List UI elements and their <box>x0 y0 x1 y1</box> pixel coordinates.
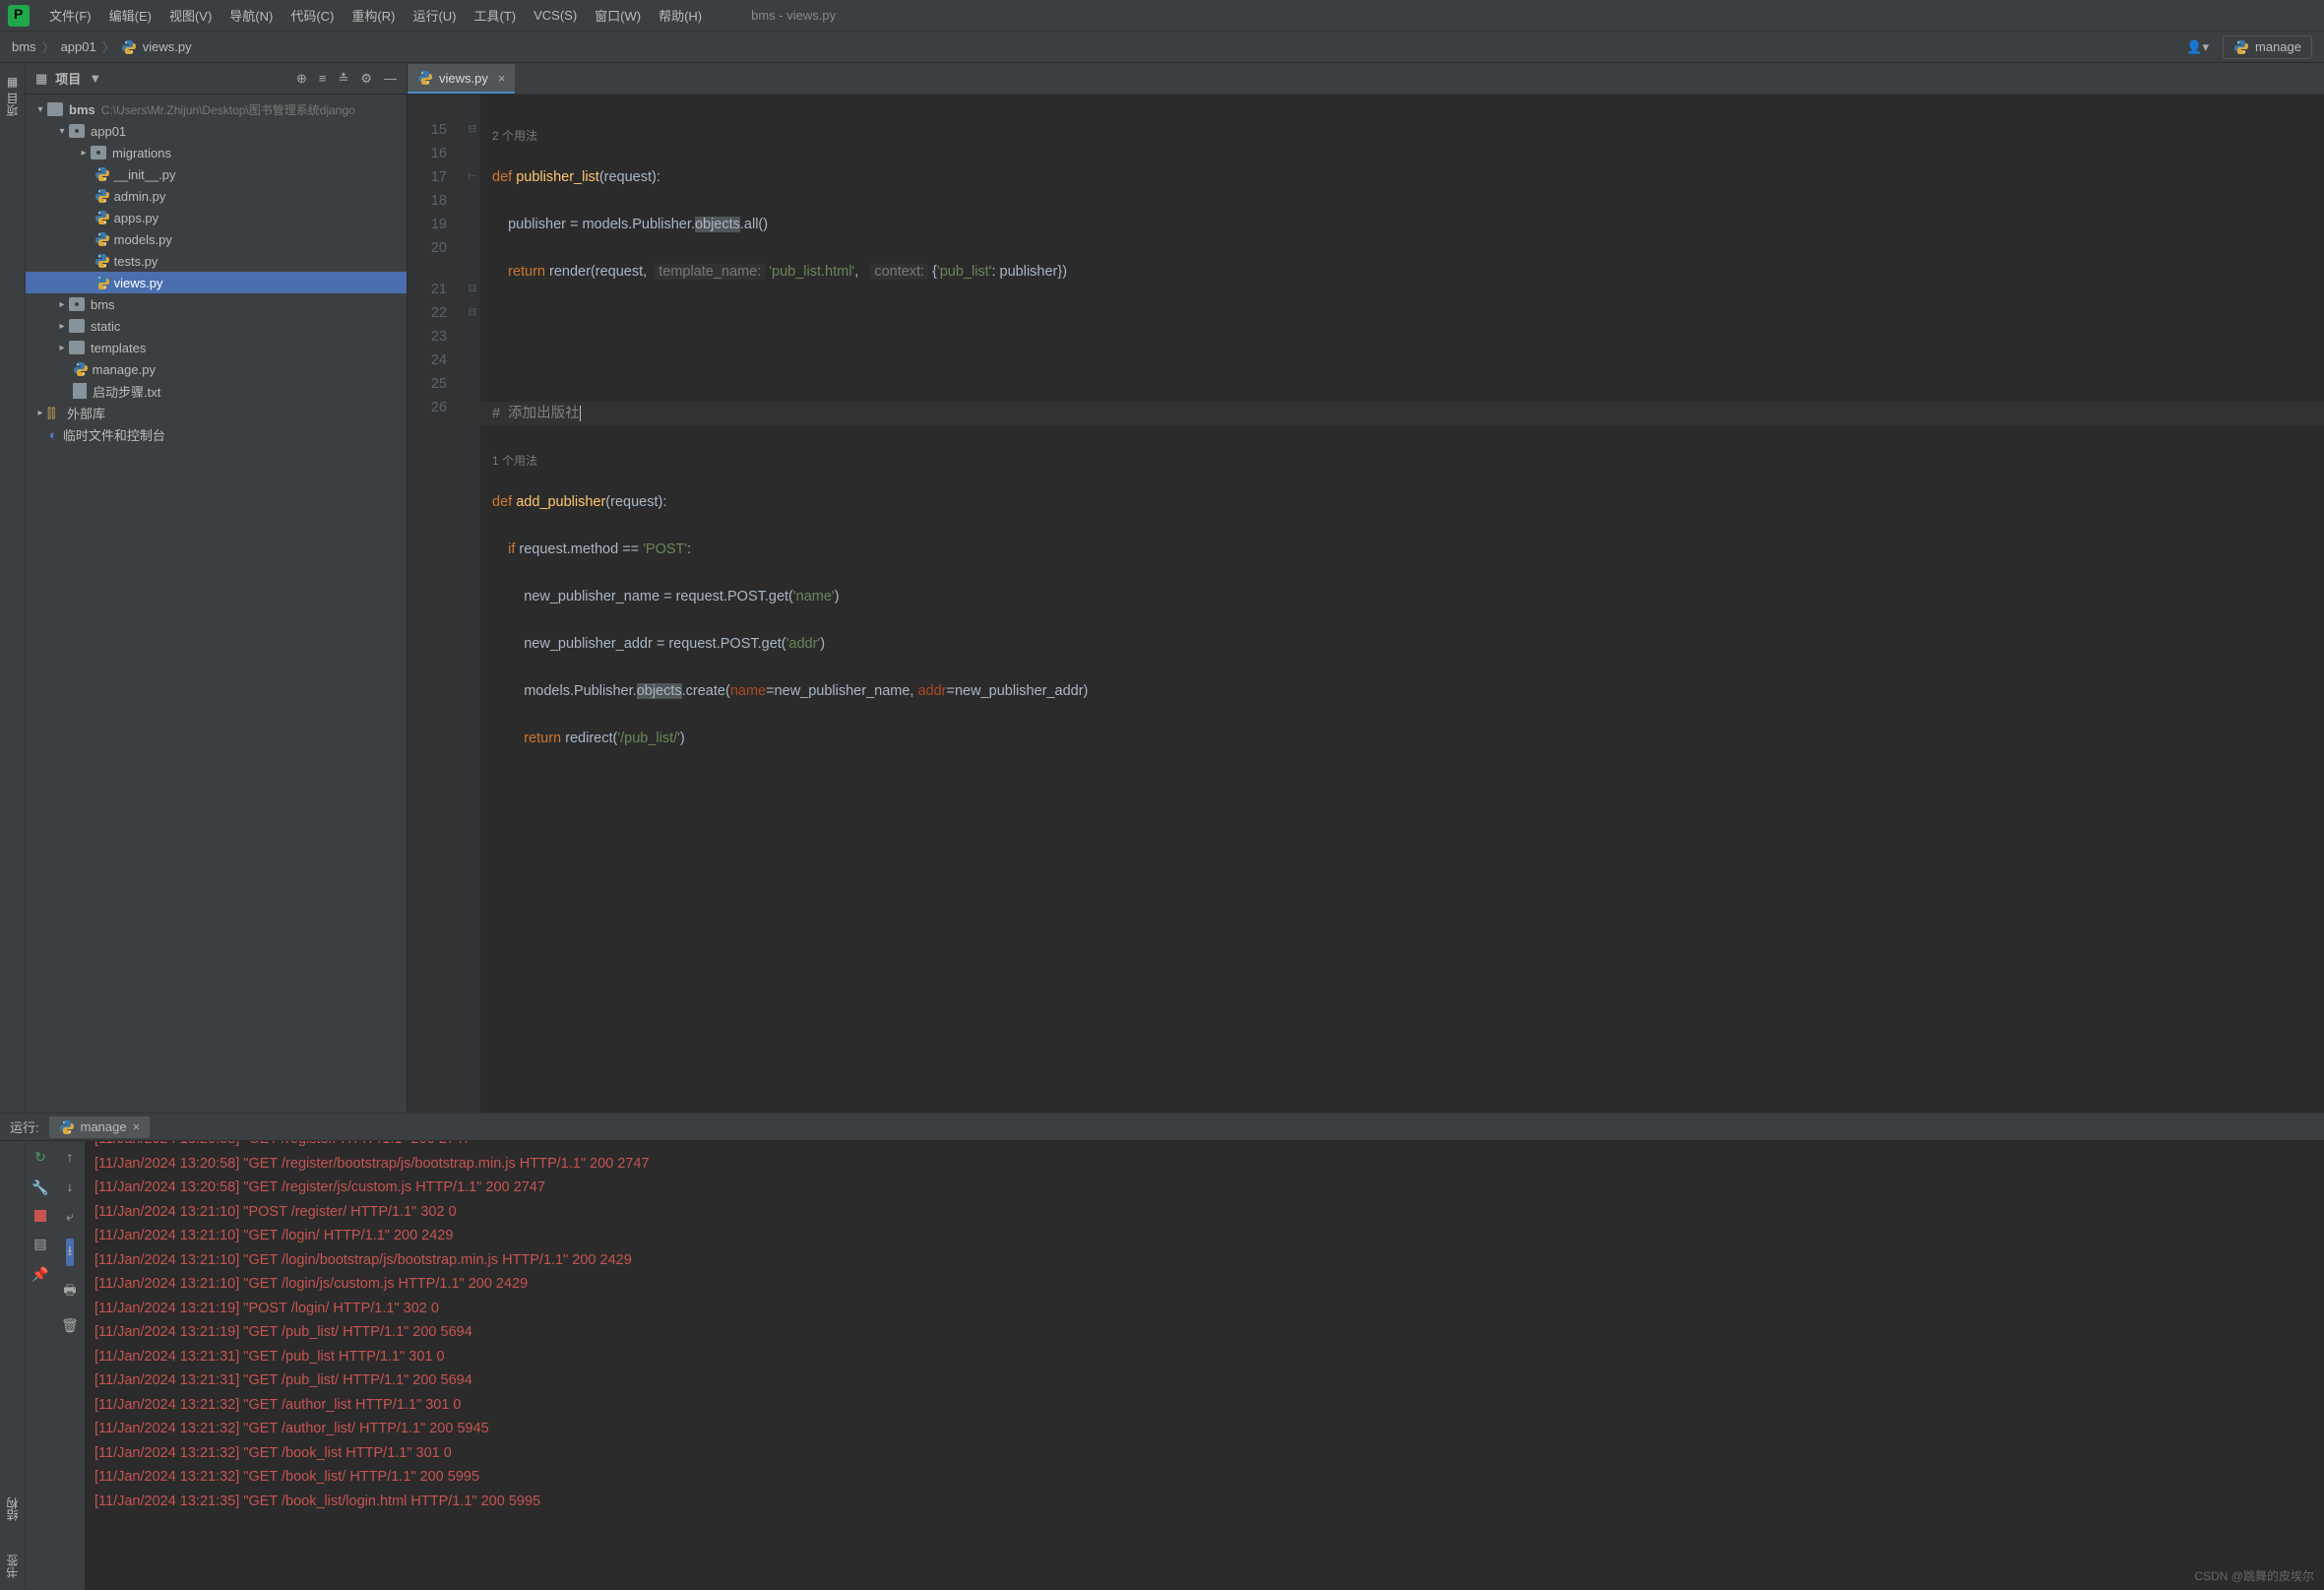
watermark: CSDN @跳舞的皮埃尔 <box>2194 1567 2314 1584</box>
wrench-icon[interactable]: 🔧 <box>31 1179 48 1196</box>
console-output[interactable]: [11/Jan/2024 13:20:58] "GET /register/ H… <box>85 1141 2324 1590</box>
dropdown-icon[interactable]: ▼ <box>89 71 101 86</box>
pin-icon[interactable]: 📌 <box>31 1266 48 1283</box>
close-icon[interactable]: × <box>498 71 506 86</box>
run-label: 运行: <box>10 1117 39 1136</box>
tree-migrations[interactable]: ▸migrations <box>26 142 407 163</box>
tree-external-libs[interactable]: ▸⫿⫿外部库 <box>26 402 407 423</box>
trash-icon[interactable]: 🗑 <box>61 1317 79 1334</box>
run-header: 运行: manage × <box>0 1113 2324 1141</box>
tree-file-apps[interactable]: apps.py <box>26 207 407 228</box>
project-view-icon: ▦ <box>35 71 47 87</box>
breadcrumb-root[interactable]: bms <box>12 39 36 54</box>
user-icon[interactable]: 👤▾ <box>2186 39 2209 55</box>
project-tool-label[interactable]: 项目 <box>4 93 21 116</box>
tab-label: views.py <box>439 71 488 86</box>
code-content[interactable]: 2 个用法 def publisher_list(request): publi… <box>480 95 2324 1113</box>
menu-code[interactable]: 代码(C) <box>283 2 342 29</box>
run-toolbar-right: ↑ ↓ ⤶ ⭳ 🖶 🗑 <box>55 1141 85 1590</box>
tree-static[interactable]: ▸static <box>26 315 407 337</box>
editor-tab-views[interactable]: views.py × <box>408 64 515 94</box>
menu-navigate[interactable]: 导航(N) <box>221 2 281 29</box>
project-sidebar: ▦ 项目 ▼ ⊕ ≡ ≛ ⚙ — ▾bmsC:\Users\Mr.Zhijun\… <box>26 63 408 1113</box>
breadcrumb-sep: 〉 <box>42 37 55 56</box>
run-tool-window: 运行: manage × 结构 书签 ↻ 🔧 ▤ 📌 ↑ ↓ ⤶ ⭳ 🖶 🗑 [… <box>0 1113 2324 1590</box>
menu-refactor[interactable]: 重构(R) <box>344 2 403 29</box>
python-icon <box>121 39 137 55</box>
tree-manage[interactable]: manage.py <box>26 358 407 380</box>
menu-window[interactable]: 窗口(W) <box>587 2 649 29</box>
sidebar-title: 项目 <box>55 69 81 88</box>
editor-tab-bar: views.py × <box>408 63 2324 95</box>
tree-file-views[interactable]: views.py <box>26 272 407 293</box>
usages-hint[interactable]: 1 个用法 <box>480 449 2324 467</box>
run-config-label: manage <box>2255 39 2301 54</box>
stop-icon[interactable] <box>34 1210 46 1222</box>
tree-file-tests[interactable]: tests.py <box>26 250 407 272</box>
fold-gutter: ⊟⊢ ⊟⊟ <box>465 95 480 1113</box>
wrap-icon[interactable]: ⤶ <box>66 1208 74 1225</box>
navigation-bar: bms 〉 app01 〉 views.py 👤▾ manage <box>0 32 2324 63</box>
menu-edit[interactable]: 编辑(E) <box>101 2 159 29</box>
menu-file[interactable]: 文件(F) <box>41 2 99 29</box>
menu-tools[interactable]: 工具(T) <box>466 2 524 29</box>
structure-tool-label[interactable]: 结构 <box>4 1497 21 1521</box>
line-number-gutter: 151617181920 212223242526 <box>408 95 465 1113</box>
editor-area: views.py × 151617181920 212223242526 ⊟⊢ … <box>408 63 2324 1113</box>
project-tree[interactable]: ▾bmsC:\Users\Mr.Zhijun\Desktop\图书管理系统dja… <box>26 95 407 1113</box>
tree-app01[interactable]: ▾app01 <box>26 120 407 142</box>
left-tool-strip: ▦ 项目 <box>0 63 26 1113</box>
collapse-icon[interactable]: ≛ <box>338 71 348 87</box>
menu-bar: 文件(F) 编辑(E) 视图(V) 导航(N) 代码(C) 重构(R) 运行(U… <box>0 0 2324 32</box>
breadcrumb-file[interactable]: views.py <box>143 39 192 54</box>
down-icon[interactable]: ↓ <box>67 1178 74 1194</box>
tree-file-admin[interactable]: admin.py <box>26 185 407 207</box>
breadcrumb-app[interactable]: app01 <box>61 39 96 54</box>
tree-file-init[interactable]: __init__.py <box>26 163 407 185</box>
menu-vcs[interactable]: VCS(S) <box>526 4 585 27</box>
python-icon <box>417 70 433 86</box>
locate-icon[interactable]: ⊕ <box>296 71 307 87</box>
project-tool-icon[interactable]: ▦ <box>7 75 18 89</box>
menu-run[interactable]: 运行(U) <box>405 2 464 29</box>
tree-bms[interactable]: ▸bms <box>26 293 407 315</box>
settings-icon[interactable]: ⚙ <box>360 71 372 87</box>
app-icon <box>8 5 30 27</box>
usages-hint[interactable]: 2 个用法 <box>480 124 2324 142</box>
tree-scratch[interactable]: ◐临时文件和控制台 <box>26 423 407 445</box>
left-tool-strip-bottom: 结构 书签 <box>0 1141 26 1590</box>
close-icon[interactable]: × <box>133 1119 141 1134</box>
run-toolbar-left: ↻ 🔧 ▤ 📌 <box>26 1141 55 1590</box>
menu-view[interactable]: 视图(V) <box>161 2 220 29</box>
rerun-icon[interactable]: ↻ <box>34 1149 46 1166</box>
print-icon[interactable]: 🖶 <box>63 1280 76 1304</box>
menu-help[interactable]: 帮助(H) <box>651 2 710 29</box>
python-icon <box>2233 39 2249 55</box>
layout-icon[interactable]: ▤ <box>33 1236 46 1252</box>
tree-templates[interactable]: ▸templates <box>26 337 407 358</box>
bookmarks-tool-label[interactable]: 书签 <box>4 1555 21 1578</box>
run-tab-label: manage <box>81 1119 127 1134</box>
sidebar-header: ▦ 项目 ▼ ⊕ ≡ ≛ ⚙ — <box>26 63 407 95</box>
window-title: bms - views.py <box>751 8 836 23</box>
scroll-to-end-icon[interactable]: ⭳ <box>66 1239 75 1266</box>
expand-icon[interactable]: ≡ <box>319 71 327 87</box>
python-icon <box>59 1119 75 1135</box>
breadcrumb-sep: 〉 <box>102 37 115 56</box>
up-icon[interactable]: ↑ <box>67 1149 74 1165</box>
code-editor[interactable]: 151617181920 212223242526 ⊟⊢ ⊟⊟ 2 个用法 de… <box>408 95 2324 1113</box>
tree-root[interactable]: ▾bmsC:\Users\Mr.Zhijun\Desktop\图书管理系统dja… <box>26 98 407 120</box>
run-tab-manage[interactable]: manage × <box>49 1116 151 1138</box>
run-config-selector[interactable]: manage <box>2223 35 2312 59</box>
tree-file-models[interactable]: models.py <box>26 228 407 250</box>
tree-txt[interactable]: 启动步骤.txt <box>26 380 407 402</box>
minimize-icon[interactable]: — <box>384 71 397 87</box>
